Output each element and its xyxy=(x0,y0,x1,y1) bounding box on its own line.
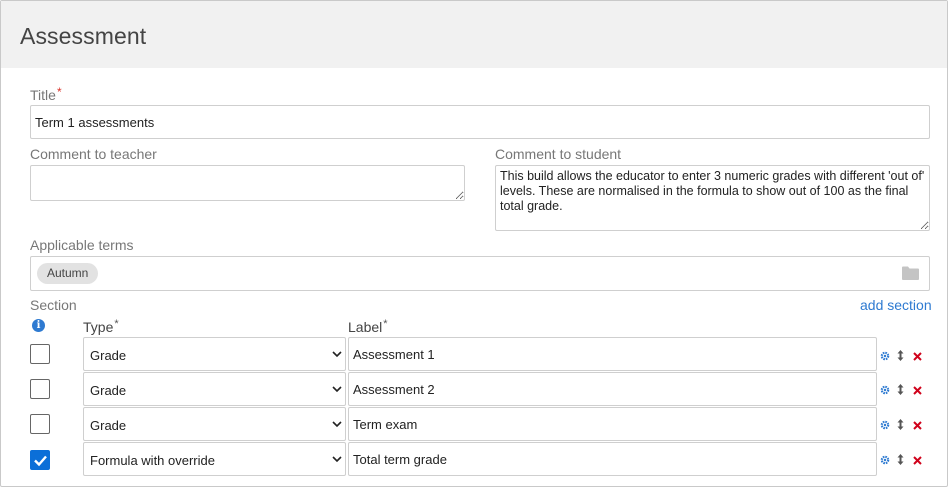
chevron-down-icon xyxy=(332,421,342,428)
info-icon[interactable]: i xyxy=(32,319,45,332)
applicable-terms-field[interactable] xyxy=(30,256,930,291)
type-select[interactable]: Grade xyxy=(83,337,346,371)
type-select[interactable]: Grade xyxy=(83,372,346,406)
title-label: Title* xyxy=(30,85,62,103)
row-actions xyxy=(880,348,924,361)
type-column-header: Type* xyxy=(83,318,119,335)
type-select[interactable]: Grade xyxy=(83,407,346,441)
label-input[interactable] xyxy=(348,337,877,371)
label-input[interactable] xyxy=(348,442,877,476)
row-checkbox[interactable] xyxy=(30,414,50,434)
chevron-down-icon xyxy=(332,386,342,393)
gear-icon[interactable] xyxy=(880,348,890,366)
type-select-value: Grade xyxy=(90,348,127,363)
comment-student-label: Comment to student xyxy=(495,146,622,162)
row-actions xyxy=(880,452,924,465)
comment-student-textarea[interactable]: This build allows the educator to enter … xyxy=(495,165,930,231)
row-checkbox-checked[interactable] xyxy=(30,450,50,470)
type-select[interactable]: Formula with override xyxy=(83,442,346,476)
drag-handle-icon[interactable] xyxy=(897,417,904,435)
chevron-down-icon xyxy=(332,351,342,358)
close-icon[interactable] xyxy=(913,417,922,435)
add-section-link[interactable]: add section xyxy=(860,297,932,313)
row-checkbox[interactable] xyxy=(30,379,50,399)
checkmark-icon xyxy=(34,455,47,467)
gear-icon[interactable] xyxy=(880,452,890,470)
label-column-header: Label* xyxy=(348,318,388,335)
close-icon[interactable] xyxy=(913,348,922,366)
required-marker: * xyxy=(56,85,62,99)
section-label: Section xyxy=(30,297,77,313)
applicable-terms-label: Applicable terms xyxy=(30,237,134,253)
gear-icon[interactable] xyxy=(880,382,890,400)
drag-handle-icon[interactable] xyxy=(897,348,904,366)
panel-header: Assessment xyxy=(1,1,947,68)
comment-teacher-label: Comment to teacher xyxy=(30,146,157,162)
title-input[interactable] xyxy=(30,105,930,139)
chevron-down-icon xyxy=(332,456,342,463)
close-icon[interactable] xyxy=(913,382,922,400)
row-checkbox[interactable] xyxy=(30,344,50,364)
row-actions xyxy=(880,382,924,395)
close-icon[interactable] xyxy=(913,452,922,470)
page-title: Assessment xyxy=(20,23,147,49)
comment-teacher-textarea[interactable] xyxy=(30,165,465,201)
drag-handle-icon[interactable] xyxy=(897,382,904,400)
gear-icon[interactable] xyxy=(880,417,890,435)
type-select-value: Grade xyxy=(90,418,127,433)
label-input[interactable] xyxy=(348,372,877,406)
folder-icon[interactable] xyxy=(902,266,919,280)
label-input[interactable] xyxy=(348,407,877,441)
row-actions xyxy=(880,417,924,430)
drag-handle-icon[interactable] xyxy=(897,452,904,470)
term-chip-autumn[interactable]: Autumn xyxy=(37,263,99,284)
type-select-value: Grade xyxy=(90,383,127,398)
type-select-value: Formula with override xyxy=(90,453,215,468)
